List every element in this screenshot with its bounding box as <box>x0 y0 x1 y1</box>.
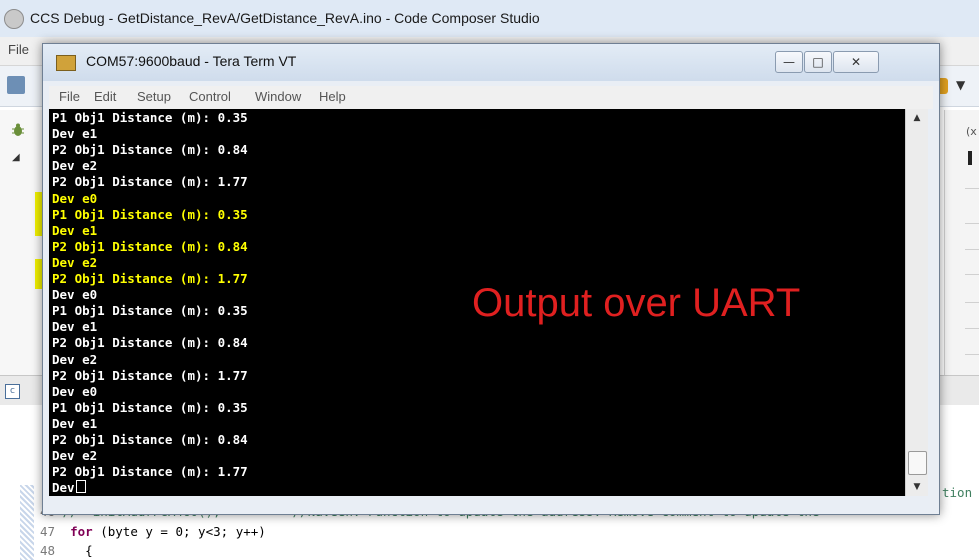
new-file-icon[interactable] <box>7 76 25 94</box>
terminal-line: Dev e2 <box>52 351 98 367</box>
code-fragment: tion <box>942 485 973 500</box>
terminal-line: Dev e2 <box>52 254 98 270</box>
scroll-down-icon[interactable]: ▼ <box>906 478 928 496</box>
terminal-line: Dev e0 <box>52 190 98 206</box>
terminal-line: Dev e1 <box>52 319 98 335</box>
terminal-line: P1 Obj1 Distance (m): 0.35 <box>52 110 248 125</box>
terminal-line: P1 Obj1 Distance (m): 0.35 <box>52 206 248 222</box>
terminal-line: P2 Obj1 Distance (m): 0.84 <box>52 335 248 351</box>
terminal-output[interactable]: Dev P2 Obj1 Distance (m): 1.77 Dev e2 P2 Ob… <box>49 109 905 496</box>
bug-icon <box>12 123 24 136</box>
divider <box>965 249 979 250</box>
terminal-line: P2 Obj1 Distance (m): 1.77 <box>52 464 248 480</box>
menu-window[interactable]: Window <box>255 89 301 104</box>
teraterm-title-bar[interactable]: COM57:9600baud - Tera Term VT — □ ✕ <box>43 44 939 81</box>
tree-expand-icon[interactable]: ◢ <box>12 152 20 163</box>
terminal-line: Dev e0 <box>52 287 98 303</box>
panel-marker <box>968 151 972 165</box>
menu-edit[interactable]: Edit <box>94 89 116 104</box>
menu-file[interactable]: File <box>59 89 80 104</box>
ccs-window-title: CCS Debug - GetDistance_RevA/GetDistance… <box>30 10 540 26</box>
scroll-up-icon[interactable]: ▲ <box>906 109 928 127</box>
terminal-scrollbar[interactable]: ▲ ▼ <box>905 109 928 496</box>
variables-panel: (x <box>944 110 979 375</box>
terminal-line: Dev e1 <box>52 222 98 238</box>
teraterm-bottom-border <box>49 496 933 508</box>
terminal-line: P2 Obj1 Distance (m): 0.84 <box>52 238 248 254</box>
terminal-line: P1 Obj1 Distance (m): 0.35 <box>52 399 248 415</box>
terminal-line: Dev e0 <box>52 383 98 399</box>
terminal-line: P2 Obj1 Distance (m): 1.77 <box>52 367 248 383</box>
scroll-thumb[interactable] <box>908 451 927 475</box>
terminal-line: P2 Obj1 Distance (m): 1.77 <box>52 271 248 286</box>
terminal-line: Dev e1 <box>52 126 98 142</box>
terminal-cursor <box>75 480 86 495</box>
divider <box>965 328 979 329</box>
editor-gutter <box>20 485 34 560</box>
variables-tab-label[interactable]: (x <box>966 125 977 138</box>
code-line: 48 { <box>40 543 93 558</box>
minimize-button[interactable]: — <box>775 51 803 73</box>
menu-control[interactable]: Control <box>189 89 231 104</box>
terminal-line: Dev e2 <box>52 158 98 174</box>
teraterm-menu-bar: File Edit Setup Control Window Help <box>49 86 933 109</box>
teraterm-window: COM57:9600baud - Tera Term VT — □ ✕ File… <box>42 43 940 515</box>
terminal-line: P1 Obj1 Distance (m): 0.35 <box>52 303 248 319</box>
divider <box>965 274 979 275</box>
divider <box>965 188 979 189</box>
code-line: 47 for (byte y = 0; y<3; y++) <box>40 524 266 539</box>
chevron-down-icon[interactable]: ▼ <box>956 78 965 92</box>
ccs-menu-file[interactable]: File <box>8 42 29 57</box>
close-button[interactable]: ✕ <box>833 51 879 73</box>
terminal-line: P2 Obj1 Distance (m): 0.84 <box>52 142 248 158</box>
terminal-line: P2 Obj1 Distance (m): 0.84 <box>52 432 248 447</box>
terminal-line: Dev <box>52 480 75 496</box>
c-file-icon[interactable]: c <box>5 384 20 399</box>
terminal-line: Dev e1 <box>52 415 98 431</box>
teraterm-window-title: COM57:9600baud - Tera Term VT <box>86 53 297 69</box>
divider <box>965 223 979 224</box>
teraterm-app-icon <box>56 55 76 71</box>
divider <box>965 302 979 303</box>
terminal-line: Dev e2 <box>52 448 98 464</box>
ccs-title-bar: CCS Debug - GetDistance_RevA/GetDistance… <box>0 0 979 38</box>
menu-help[interactable]: Help <box>319 89 346 104</box>
uart-output-caption: Output over UART <box>472 281 801 325</box>
menu-setup[interactable]: Setup <box>137 89 171 104</box>
debug-view-panel: ◢ <box>0 110 43 375</box>
divider <box>965 354 979 355</box>
ccs-app-icon <box>4 9 24 29</box>
terminal-line: P2 Obj1 Distance (m): 1.77 <box>52 174 248 190</box>
maximize-button[interactable]: □ <box>804 51 832 73</box>
